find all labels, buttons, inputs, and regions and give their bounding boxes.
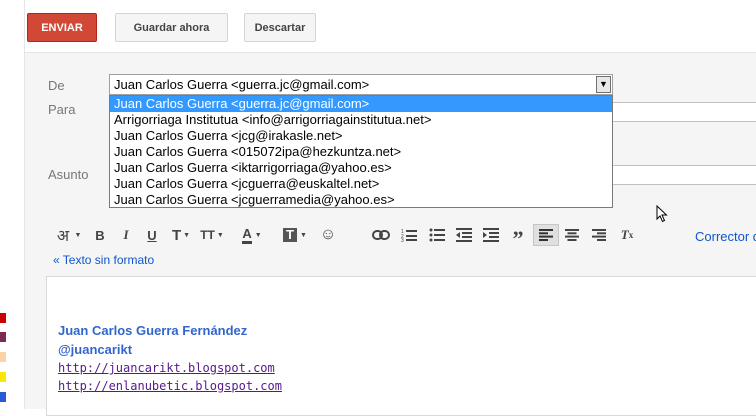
plain-text-link[interactable]: « Texto sin formato: [53, 253, 154, 267]
label-color-peach: [0, 352, 6, 362]
label-color-yellow: [0, 372, 6, 382]
indent-more-glyph: [483, 228, 499, 242]
italic-icon[interactable]: I: [116, 224, 136, 246]
svg-text:3: 3: [401, 238, 404, 242]
bulleted-list-glyph: [429, 228, 445, 242]
from-option[interactable]: Juan Carlos Guerra <jcguerra@euskaltel.n…: [110, 176, 612, 192]
from-label: De: [48, 78, 65, 93]
font-family-icon[interactable]: T ▼: [170, 224, 192, 246]
signature-name: Juan Carlos Guerra Fernández: [58, 323, 248, 338]
save-now-button[interactable]: Guardar ahora: [115, 13, 228, 42]
highlight-color-icon[interactable]: T ▼: [280, 224, 310, 246]
from-option[interactable]: Arrigorriaga Institutua <info@arrigorria…: [110, 112, 612, 128]
from-option[interactable]: Juan Carlos Guerra <015072ipa@hezkuntza.…: [110, 144, 612, 160]
label-color-maroon: [0, 332, 6, 342]
align-left-icon[interactable]: [533, 224, 559, 246]
signature-handle: @juancarikt: [58, 342, 133, 357]
indent-more-icon[interactable]: [480, 224, 502, 246]
to-label: Para: [48, 102, 76, 117]
align-right-glyph: [592, 229, 606, 241]
input-tools-dropdown-icon[interactable]: ▼: [73, 224, 83, 246]
align-center-glyph: [565, 229, 579, 241]
input-tools-icon[interactable]: अ: [52, 224, 74, 246]
signature-link-blog2[interactable]: http://enlanubetic.blogspot.com: [58, 379, 282, 393]
text-color-icon[interactable]: A ▼: [238, 224, 266, 246]
emoji-icon[interactable]: ☺: [318, 224, 338, 246]
indent-less-glyph: [456, 228, 472, 242]
from-option[interactable]: Juan Carlos Guerra <jcg@irakasle.net>: [110, 128, 612, 144]
from-option[interactable]: Juan Carlos Guerra <guerra.jc@gmail.com>: [110, 96, 612, 112]
underline-icon[interactable]: U: [142, 224, 162, 246]
subject-label: Asunto: [48, 167, 89, 182]
from-select[interactable]: Juan Carlos Guerra <guerra.jc@gmail.com>…: [109, 74, 613, 95]
link-chain-icon: [372, 230, 390, 240]
numbered-list-icon[interactable]: 123: [398, 224, 420, 246]
quote-icon[interactable]: ”: [508, 224, 528, 251]
align-right-icon[interactable]: [588, 224, 610, 246]
discard-button[interactable]: Descartar: [244, 13, 316, 42]
bold-icon[interactable]: B: [90, 224, 110, 246]
link-icon[interactable]: [370, 224, 392, 246]
message-body[interactable]: [46, 276, 756, 416]
from-dropdown-list: Juan Carlos Guerra <guerra.jc@gmail.com>…: [109, 95, 613, 208]
from-option[interactable]: Juan Carlos Guerra <jcguerramedia@yahoo.…: [110, 192, 612, 208]
signature-link-blog1[interactable]: http://juancarikt.blogspot.com: [58, 361, 275, 375]
chevron-down-icon[interactable]: ▼: [596, 76, 611, 93]
font-size-icon[interactable]: TT ▼: [197, 224, 227, 246]
from-option[interactable]: Juan Carlos Guerra <iktarrigorriaga@yaho…: [110, 160, 612, 176]
align-left-glyph: [539, 229, 553, 241]
send-button[interactable]: ENVIAR: [27, 13, 97, 42]
left-panel: [0, 0, 25, 409]
from-select-value: Juan Carlos Guerra <guerra.jc@gmail.com>: [114, 77, 370, 92]
indent-less-icon[interactable]: [453, 224, 475, 246]
remove-formatting-icon[interactable]: Tx: [616, 224, 638, 246]
bulleted-list-icon[interactable]: [426, 224, 448, 246]
label-color-red: [0, 313, 6, 323]
label-color-blue: [0, 392, 6, 402]
mouse-cursor-icon: [656, 205, 668, 223]
spell-check-link[interactable]: Corrector d: [695, 229, 756, 244]
align-center-icon[interactable]: [561, 224, 583, 246]
numbered-list-glyph: 123: [401, 229, 417, 242]
